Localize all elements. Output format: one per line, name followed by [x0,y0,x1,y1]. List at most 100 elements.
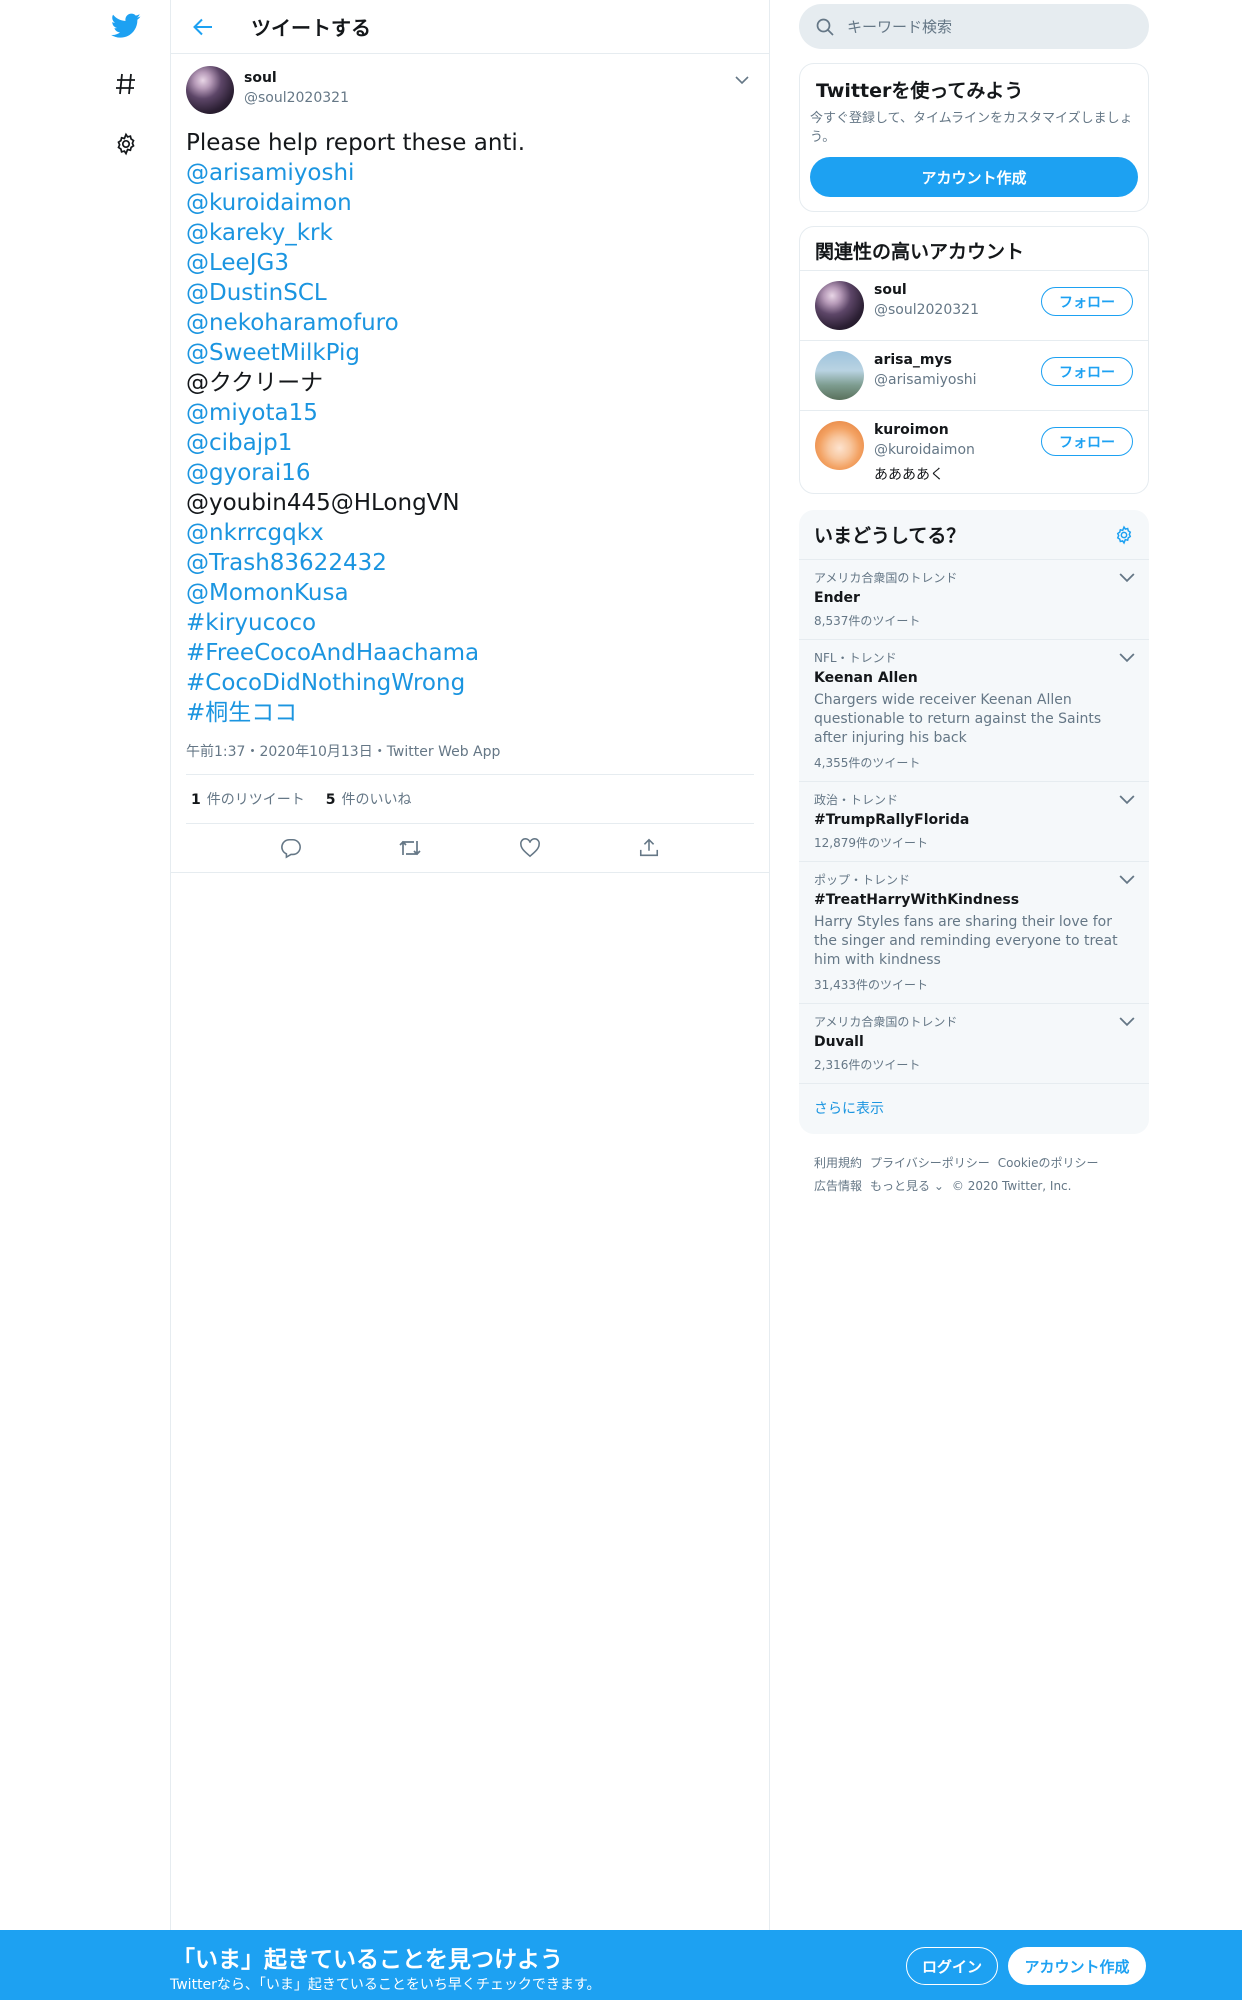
tweet-link[interactable]: @Trash83622432 [186,548,754,578]
follow-button[interactable]: フォロー [1041,427,1133,456]
banner-title: 「いま」起きていることを見つけよう [172,1947,563,1973]
chevron-down-icon[interactable] [1119,792,1135,808]
tweet-link[interactable]: @miyota15 [186,398,754,428]
footer-link[interactable]: 広告情報 [814,1179,862,1193]
tweet-actions [171,824,769,873]
hashtag-icon[interactable] [108,66,144,102]
tweet-link[interactable]: #kiryucoco [186,608,754,638]
trend-description: Chargers wide receiver Keenan Allen ques… [814,692,1102,746]
tweet-link[interactable]: @MomonKusa [186,578,754,608]
trend-item[interactable]: 政治・トレンド #TrumpRallyFlorida 12,879件のツイート [799,782,1149,862]
account-item[interactable]: kuroimon @kuroidaimon ああああく フォロー [800,411,1148,493]
trend-name: #TrumpRallyFlorida [814,812,970,828]
footer-link[interactable]: Cookieのポリシー [998,1156,1099,1170]
tweet-timestamp[interactable]: 午前1:37・2020年10月13日・Twitter Web App [186,742,754,774]
trend-item[interactable]: アメリカ合衆国のトレンド Ender 8,537件のツイート [799,560,1149,640]
gear-icon[interactable] [108,126,144,162]
footer-link[interactable]: もっと見る ⌄ [870,1179,944,1193]
chevron-down-icon[interactable] [1119,1014,1135,1030]
account-name: soul [874,282,907,298]
chevron-down-icon[interactable] [730,68,754,92]
account-info: arisa_mys @arisamiyoshi [874,352,977,388]
author-handle[interactable]: @soul2020321 [244,90,349,106]
chevron-down-icon[interactable] [1119,650,1135,666]
trend-name: #TreatHarryWithKindness [814,892,1020,908]
trends-header: いまどうしてる？ [799,510,1149,560]
chevron-down-icon[interactable] [1119,872,1135,888]
tweet-link[interactable]: #CocoDidNothingWrong [186,668,754,698]
tweet-link[interactable]: @nkrrcgqkx [186,518,754,548]
footer-link[interactable]: プライバシーポリシー [870,1156,990,1170]
tweet-link[interactable]: @SweetMilkPig [186,338,754,368]
tweet-link[interactable]: #桐生ココ [186,698,754,728]
tweet-link[interactable]: @DustinSCL [186,278,754,308]
tweet-text-line: @youbin445@HLongVN [186,490,460,516]
trend-tweet-count: 4,355件のツイート [814,756,921,770]
gear-icon[interactable] [1114,524,1134,545]
tweet-link[interactable]: @nekoharamofuro [186,308,754,338]
account-handle: @kuroidaimon [874,442,975,458]
account-name: arisa_mys [874,352,952,368]
page-title: ツイートする [251,16,371,40]
search-input[interactable] [847,17,1127,36]
create-account-button[interactable]: アカウント作成 [810,157,1138,197]
follow-button[interactable]: フォロー [1041,357,1133,386]
tweet: soul @soul2020321 Please help report the… [171,54,769,873]
follow-button[interactable]: フォロー [1041,287,1133,316]
tweet-link[interactable]: @kuroidaimon [186,188,754,218]
trend-item[interactable]: アメリカ合衆国のトレンド Duvall 2,316件のツイート [799,1004,1149,1084]
show-more-link[interactable]: さらに表示 [799,1084,1149,1134]
trend-description: Harry Styles fans are sharing their love… [814,914,1118,968]
trends-card: いまどうしてる？ アメリカ合衆国のトレンド Ender 8,537件のツイート NFL… [799,510,1149,1134]
account-handle: @arisamiyoshi [874,372,977,388]
account-item[interactable]: arisa_mys @arisamiyoshi フォロー [800,341,1148,411]
account-handle: @soul2020321 [874,302,979,318]
signup-card: Twitterを使ってみよう 今すぐ登録して、タイムラインをカスタマイズしましょ… [799,63,1149,212]
left-nav [0,0,170,1930]
trend-tweet-count: 12,879件のツイート [814,836,928,850]
trend-name: Ender [814,590,860,606]
retweet-count: 1 [191,792,201,808]
create-account-button[interactable]: アカウント作成 [1008,1947,1146,1985]
tweet-link[interactable]: @kareky_krk [186,218,754,248]
reply-icon[interactable] [271,828,311,868]
trend-name: Keenan Allen [814,670,918,686]
tweet-author: soul @soul2020321 [186,66,754,120]
like-heart-icon[interactable] [510,828,550,868]
avatar[interactable] [815,351,864,400]
like-stat[interactable]: 5 件のいいね [326,789,412,809]
author-name[interactable]: soul [244,70,349,86]
tweet-link[interactable]: @LeeJG3 [186,248,754,278]
trend-item[interactable]: ポップ・トレンド #TreatHarryWithKindness Harry Sty… [799,862,1149,1004]
tweet-link[interactable]: @arisamiyoshi [186,158,754,188]
back-arrow-icon[interactable] [185,9,221,45]
tweet-link[interactable]: @cibajp1 [186,428,754,458]
trend-context: アメリカ合衆国のトレンド [814,1015,958,1029]
trend-tweet-count: 8,537件のツイート [814,614,921,628]
avatar[interactable] [186,66,234,114]
footer-link[interactable]: © 2020 Twitter, Inc. [952,1179,1072,1193]
twitter-logo-icon[interactable] [108,8,144,44]
signup-card-description: 今すぐ登録して、タイムラインをカスタマイズしましょう。 [810,111,1133,145]
author-names: soul @soul2020321 [244,70,349,106]
trend-context: アメリカ合衆国のトレンド [814,571,958,585]
retweet-stat[interactable]: 1 件のリツイート [191,789,305,809]
footer-link[interactable]: 利用規約 [814,1156,862,1170]
search-box[interactable] [799,4,1149,49]
chevron-down-icon[interactable] [1119,570,1135,586]
trend-context: 政治・トレンド [814,793,899,807]
related-accounts-card: 関連性の高いアカウント soul @soul2020321 フォロー arisa… [799,226,1149,494]
tweet-link[interactable]: #FreeCocoAndHaachama [186,638,754,668]
trend-item[interactable]: NFL・トレンド Keenan Allen Chargers wide receiv… [799,640,1149,782]
like-label: 件のいいね [341,792,412,808]
trend-tweet-count: 31,433件のツイート [814,978,928,992]
avatar[interactable] [815,421,864,470]
login-button[interactable]: ログイン [906,1947,998,1985]
main-column: ツイートする soul @soul2020321 Please help rep… [170,0,770,1930]
share-icon[interactable] [629,828,669,868]
retweet-icon[interactable] [390,828,430,868]
trends-title: いまどうしてる？ [814,525,966,547]
avatar[interactable] [815,281,864,330]
tweet-link[interactable]: @gyorai16 [186,458,754,488]
account-item[interactable]: soul @soul2020321 フォロー [800,271,1148,341]
